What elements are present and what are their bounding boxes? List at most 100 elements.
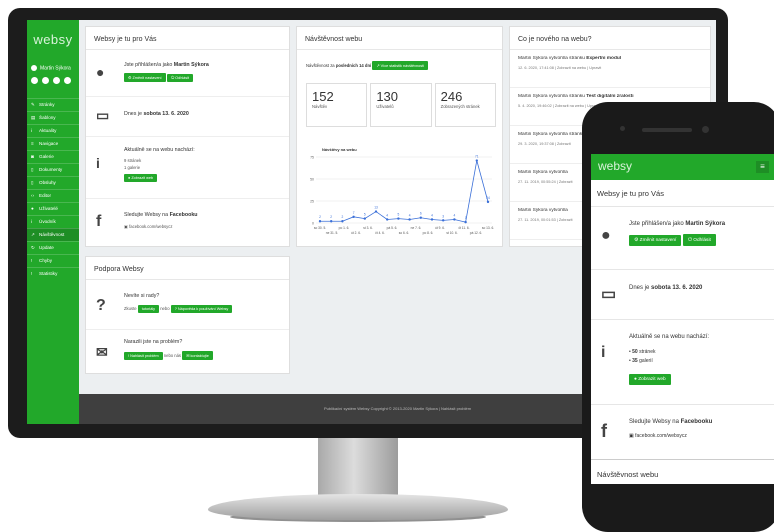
user-icon: ●: [96, 64, 105, 80]
sidebar-item-galerie[interactable]: ◙ Galerie: [27, 150, 79, 163]
problem-or-label: nebo nás: [163, 353, 182, 358]
phone-login-row: ● Jste přihlášen/a jako Martin Sýkora ⚙ …: [591, 207, 774, 269]
phone-show-web-label: Zobrazit web: [638, 377, 666, 382]
news-item-page[interactable]: Test digitální zralosti: [586, 94, 633, 99]
visits-title: Návštěvnost webu: [297, 27, 502, 50]
phone-gal-num: 35: [632, 358, 638, 364]
phone-user-name: Martin Sýkora: [685, 221, 726, 227]
chart-line: [320, 160, 489, 223]
phone-facebook-link-label: facebook.com/websycz: [635, 433, 687, 439]
help-icon[interactable]: [64, 77, 71, 84]
today-prefix: Dnes je: [124, 111, 142, 117]
sidebar-item-statistiky[interactable]: ! Statistiky: [27, 267, 79, 280]
refresh-icon: ↻: [31, 245, 35, 250]
power-icon[interactable]: [31, 77, 38, 84]
phone-fb-name: Facebooku: [680, 419, 713, 425]
chart-point: [341, 220, 344, 223]
phone-today-date: sobota 13. 6. 2020: [651, 285, 703, 291]
user-name: Martin Sýkora: [173, 62, 209, 68]
sidebar-item-navigace[interactable]: ≡ Navigace: [27, 137, 79, 150]
report-problem-button[interactable]: ! Nahlásit problém: [124, 352, 163, 360]
monitor-base: [208, 494, 508, 520]
show-web-button[interactable]: ● Zobrazit web: [124, 174, 158, 182]
chart-point: [430, 218, 434, 221]
phone-logout-button[interactable]: ⏻ Odhlásit: [683, 234, 716, 246]
tutorials-button[interactable]: tutoriály: [137, 305, 160, 313]
phone-facebook-link[interactable]: ▣ facebook.com/websycz: [629, 433, 687, 439]
menu-icon: ≡: [31, 141, 34, 146]
sidebar-item-chyby[interactable]: ! Chyby: [27, 254, 79, 267]
visits-subtitle-b: posledních 14 dní: [335, 63, 372, 68]
sidebar-item-update[interactable]: ↻ Update: [27, 241, 79, 254]
phone-settings-label: Změnit nastavení: [639, 238, 677, 243]
sidebar-item-sablony[interactable]: ▤ Šablony: [27, 111, 79, 124]
phone-sensor: [620, 126, 625, 131]
phone-show-web-button[interactable]: ● Zobrazit web: [629, 374, 671, 385]
chart-icon: ↗: [31, 232, 35, 237]
phone-screen: websy ≡ Websy je tu pro Vás ● Jste přihl…: [591, 154, 774, 484]
help-guide-button[interactable]: ? Nápověda k používání Websy: [170, 305, 233, 313]
info-icon: i: [31, 219, 33, 224]
stat-pageviews: 246 Zobrazených stránek: [434, 83, 496, 127]
sidebar-item-navstevnost[interactable]: ↗ Návštěvnost: [27, 228, 79, 241]
fb-name: Facebooku: [169, 212, 198, 218]
alert-icon: !: [31, 258, 33, 263]
logout-button[interactable]: ⏻ Odhlásit: [167, 74, 194, 82]
sidebar-item-stranky[interactable]: ✎ Stránky: [27, 98, 79, 111]
problem-actions: ! Nahlásit problém nebo nás ✉ kontaktujt…: [124, 351, 213, 360]
sidebar-item-uvodnik[interactable]: i Úvodník: [27, 215, 79, 228]
chart-data-label: 5: [398, 213, 400, 217]
chart-x-tick: po 8. 6.: [423, 231, 434, 235]
sidebar-item-editor[interactable]: ‹› Editor: [27, 189, 79, 202]
news-item: Martin Sýkora vytvořil/a stránku Expertn…: [510, 50, 710, 88]
help-question: Nevíte si rady?: [124, 293, 160, 299]
visits-card: Návštěvnost webu Návštěvnost za poslední…: [296, 26, 503, 247]
chart-point: [352, 215, 355, 219]
phone-now-prefix: Aktuálně se na webu nachází:: [629, 334, 710, 340]
chart-data-label: 1: [465, 216, 467, 220]
globe-icon[interactable]: [53, 77, 60, 84]
chart-data-label: 4: [454, 213, 456, 217]
phone-header: websy ≡: [591, 154, 774, 180]
calendar-icon: ▭: [96, 107, 110, 123]
facebook-link[interactable]: ▣ facebook.com/websycz: [124, 224, 172, 229]
gear-icon[interactable]: [42, 77, 49, 84]
chart-x-tick: so 13. 6.: [482, 226, 494, 230]
stat-visits: 152 Návštěv: [306, 83, 368, 127]
news-item-text: Martin Sýkora vytvořil/a stránku Expertn…: [518, 56, 702, 61]
user-icon: [31, 65, 37, 71]
stat-visits-value: 152: [312, 89, 334, 104]
user-icon: ●: [601, 227, 611, 244]
phone-content: ● Jste přihlášen/a jako Martin Sýkora ⚙ …: [591, 207, 774, 484]
phone-facebook-row: f Sledujte Websy na Facebooku ▣ facebook…: [591, 404, 774, 459]
help-guide-label: Nápověda k používání Websy: [177, 307, 229, 311]
sidebar-item-label: Uživatelé: [39, 206, 58, 211]
sidebar-item-aktuality[interactable]: i Aktuality: [27, 124, 79, 137]
hamburger-icon[interactable]: ≡: [756, 161, 769, 173]
chart-point: [464, 220, 467, 224]
chart-x-tick: so 6. 6.: [399, 231, 410, 235]
welcome-title: Websy je tu pro Vás: [86, 27, 289, 50]
sidebar-item-label: Dokumenty: [39, 167, 63, 172]
status-row: i Aktuálně se na webu nachází: 9 stránek…: [86, 136, 289, 198]
chart-point: [442, 219, 445, 222]
phone-speaker: [642, 128, 692, 132]
sidebar-item-obsluhy[interactable]: ▯ Obsluhy: [27, 176, 79, 189]
phone-settings-button[interactable]: ⚙ Změnit nastavení: [629, 235, 682, 246]
chart-data-label: 2: [330, 215, 332, 219]
visits-subtitle: Návštěvnost za posledních 14 dní ↗ Více …: [306, 61, 429, 70]
news-item-prefix: Martin Sýkora vytvořil/a stránku: [518, 132, 587, 137]
sidebar-user[interactable]: Martin Sýkora: [31, 65, 71, 71]
news-item-prefix: Martin Sýkora vytvořil/a stránku: [518, 94, 587, 99]
sidebar-item-uzivatele[interactable]: ● Uživatelé: [27, 202, 79, 215]
logged-as-label: Jste přihlášen/a jako: [124, 62, 173, 68]
help-or-label: nebo: [160, 306, 170, 311]
chart-point: [408, 218, 411, 221]
contact-button[interactable]: ✉ kontaktujte: [182, 351, 213, 360]
phone-pages-num: 50: [632, 349, 638, 355]
sidebar-item-dokumenty[interactable]: ▯ Dokumenty: [27, 163, 79, 176]
change-settings-button[interactable]: ⚙ Změnit nastavení: [124, 73, 166, 82]
more-stats-button[interactable]: ↗ Více statistik návštěvnosti: [372, 61, 429, 70]
sidebar-item-label: Navigace: [39, 141, 59, 146]
news-item-page[interactable]: Expertní modul: [586, 56, 621, 61]
